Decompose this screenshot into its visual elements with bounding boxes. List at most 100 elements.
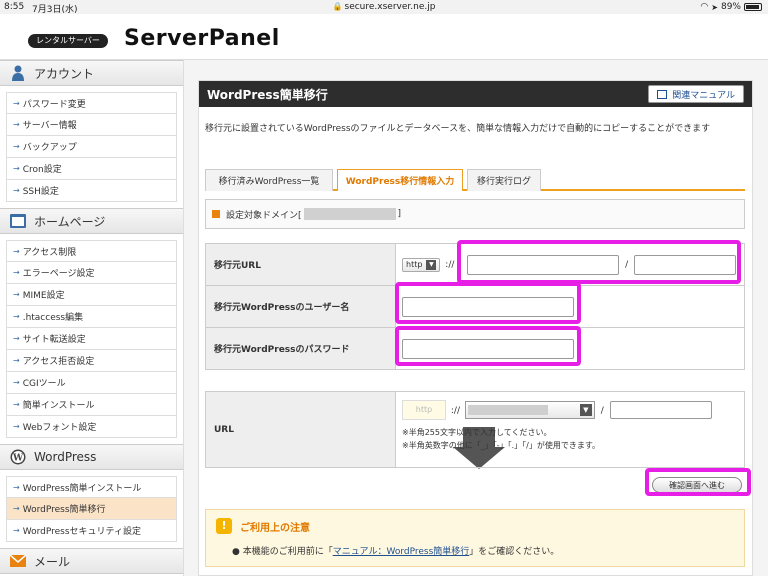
mail-icon <box>10 553 26 569</box>
notice-body-suffix: 」をご確認ください。 <box>469 547 560 557</box>
arrow-icon: → <box>13 356 20 365</box>
sidebar-item-redirect[interactable]: → サイト転送設定 <box>6 328 177 350</box>
sidebar-section-title: WordPress <box>34 450 97 464</box>
lock-icon: 🔒 <box>332 2 343 11</box>
arrow-icon: → <box>13 98 20 108</box>
sidebar-item-label: Webフォント設定 <box>22 423 97 433</box>
sidebar-section-homepage: ホームページ <box>0 208 183 234</box>
sidebar-item-webfont[interactable]: → Webフォント設定 <box>6 416 177 438</box>
sidebar-item-label: WordPressセキュリティ設定 <box>22 527 141 537</box>
highlight-password <box>395 326 581 366</box>
target-domain-bar: 設定対象ドメイン[ ] <box>205 199 745 229</box>
domain-redacted <box>303 208 396 220</box>
sidebar-item-label: バックアップ <box>22 143 77 153</box>
warning-icon: ! <box>216 518 232 534</box>
tab-label: 移行済みWordPress一覧 <box>218 177 320 187</box>
chevron-down-icon: ▼ <box>579 404 592 416</box>
arrow-icon: → <box>13 246 20 256</box>
arrow-icon: → <box>13 312 20 321</box>
notice-title: ご利用上の注意 <box>240 522 310 534</box>
sidebar-item-label: 簡単インストール <box>22 401 95 411</box>
highlight-source-url <box>457 240 741 284</box>
address-bar[interactable]: 🔒 secure.xserver.ne.jp <box>0 2 768 12</box>
manual-button-label: 関連マニュアル <box>672 90 735 101</box>
sidebar-item-password[interactable]: → パスワード変更 <box>6 92 177 114</box>
page-description: 移行元に設置されているWordPressのファイルとデータベースを、簡単な情報入… <box>205 124 711 134</box>
logo-title[interactable]: ServerPanel <box>124 26 280 51</box>
source-url-label: 移行元URL <box>205 243 396 286</box>
page-title: WordPress簡単移行 <box>207 87 328 102</box>
arrow-icon: → <box>13 482 20 492</box>
sidebar-item-access-deny[interactable]: → アクセス拒否設定 <box>6 350 177 372</box>
arrow-icon: → <box>13 504 20 513</box>
sidebar-item-mime[interactable]: → MIME設定 <box>6 284 177 306</box>
dest-domain-select[interactable]: ▼ <box>464 401 595 419</box>
destination-form: URL http :// ▼ / ※半角255文字以内で入力してください。 ※半… <box>205 391 745 468</box>
sidebar-item-wp-migration[interactable]: → WordPress簡単移行 <box>6 498 177 520</box>
dest-note-length: ※半角255文字以内で入力してください。 <box>402 428 552 437</box>
sidebar-item-label: エラーページ設定 <box>22 269 95 279</box>
sidebar-item-label: MIME設定 <box>22 291 65 301</box>
sidebar-item-label: CGIツール <box>22 379 66 389</box>
arrow-icon: → <box>13 290 20 299</box>
location-icon: ➤ <box>711 2 718 12</box>
usage-notice: ! ご利用上の注意 ● 本機能のご利用前に「マニュアル：WordPress簡単移… <box>205 509 745 567</box>
arrow-icon: → <box>13 334 20 343</box>
tab-label: 移行実行ログ <box>476 177 531 187</box>
sidebar-item-cgi[interactable]: → CGIツール <box>6 372 177 394</box>
manual-button[interactable]: 関連マニュアル <box>648 85 744 103</box>
arrow-icon: → <box>13 378 20 387</box>
username-label: 移行元WordPressのユーザー名 <box>205 285 396 328</box>
notice-body-prefix: ● 本機能のご利用前に「 <box>232 547 333 557</box>
sidebar-item-wp-install[interactable]: → WordPress簡単インストール <box>6 476 177 498</box>
sidebar-section-mail: メール <box>0 548 183 574</box>
status-right: ◠ ➤ 89% <box>700 2 762 12</box>
sidebar-item-access-limit[interactable]: → アクセス制限 <box>6 240 177 262</box>
panel-titlebar: WordPress簡単移行 関連マニュアル <box>199 81 752 107</box>
battery-icon <box>744 3 762 11</box>
arrow-icon: → <box>13 526 20 535</box>
tab-migration-log[interactable]: 移行実行ログ <box>467 169 541 191</box>
wifi-icon: ◠ <box>700 2 709 12</box>
sidebar-section-title: メール <box>34 554 71 569</box>
dest-path-input[interactable] <box>609 401 712 419</box>
sidebar-item-wp-security[interactable]: → WordPressセキュリティ設定 <box>6 520 177 542</box>
sidebar-item-htaccess[interactable]: → .htaccess編集 <box>6 306 177 328</box>
domain-label-prefix: 設定対象ドメイン[ <box>226 210 302 221</box>
protocol-select[interactable]: http ▼ <box>402 257 441 272</box>
arrow-icon: → <box>13 142 20 151</box>
sidebar-section-wordpress: W WordPress <box>0 444 183 470</box>
sidebar-item-label: パスワード変更 <box>22 99 86 110</box>
dest-path-separator: / <box>600 405 604 416</box>
dest-url-cell: http :// ▼ / ※半角255文字以内で入力してください。 ※半角英数字… <box>395 391 745 468</box>
tab-bar: 移行済みWordPress一覧 WordPress移行情報入力 移行実行ログ <box>205 169 745 191</box>
sidebar-list-account: → パスワード変更 → サーバー情報 → バックアップ → Cron設定 → SSH設定 <box>0 86 183 208</box>
sidebar-item-server-info[interactable]: → サーバー情報 <box>6 114 177 136</box>
arrow-icon: → <box>13 120 20 129</box>
sidebar-item-ssh[interactable]: → SSH設定 <box>6 180 177 202</box>
sidebar: アカウント → パスワード変更 → サーバー情報 → バックアップ → Cron設定 →… <box>0 60 184 576</box>
sidebar-item-backup[interactable]: → バックアップ <box>6 136 177 158</box>
sidebar-item-label: サイト転送設定 <box>22 335 86 345</box>
sidebar-section-account: アカウント <box>0 60 183 86</box>
logo-badge: レンタルサーバー <box>28 34 108 48</box>
manual-link[interactable]: マニュアル：WordPress簡単移行 <box>333 547 470 557</box>
bullet-icon <box>212 210 220 218</box>
page-header: レンタルサーバー ServerPanel <box>0 14 768 60</box>
arrow-icon: → <box>13 186 20 195</box>
sidebar-item-label: サーバー情報 <box>22 121 77 131</box>
ios-status-bar: 8:55 7月3日(水) 🔒 secure.xserver.ne.jp ◠ ➤ 8… <box>0 0 768 15</box>
tab-migrated-list[interactable]: 移行済みWordPress一覧 <box>205 169 333 191</box>
tab-label: WordPress移行情報入力 <box>345 177 455 187</box>
dest-protocol-field[interactable]: http <box>402 400 446 420</box>
sidebar-section-title: ホームページ <box>34 214 106 229</box>
sidebar-item-error-page[interactable]: → エラーページ設定 <box>6 262 177 284</box>
sidebar-item-cron[interactable]: → Cron設定 <box>6 158 177 180</box>
sidebar-item-label: アクセス拒否設定 <box>22 357 95 367</box>
sidebar-list-homepage: → アクセス制限 → エラーページ設定 → MIME設定 → .htaccess編集 →… <box>0 234 183 444</box>
dest-note-chars: ※半角英数字の他に「_」「-」「.」「/」が使用できます。 <box>402 441 601 450</box>
sidebar-item-easy-install[interactable]: → 簡単インストール <box>6 394 177 416</box>
homepage-icon <box>10 213 26 229</box>
sidebar-item-label: WordPress簡単インストール <box>22 483 142 494</box>
tab-migration-input[interactable]: WordPress移行情報入力 <box>337 169 463 191</box>
